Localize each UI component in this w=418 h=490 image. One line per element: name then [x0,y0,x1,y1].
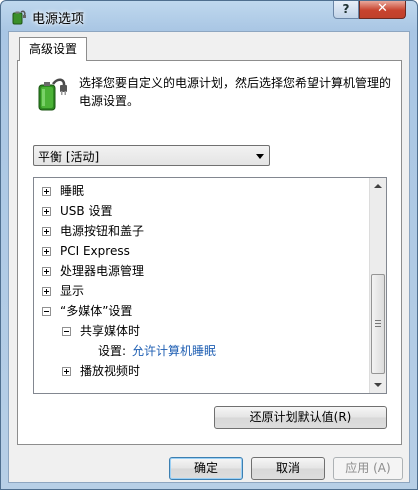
expand-plus-icon[interactable] [42,247,51,256]
power-plan-select[interactable]: 平衡 [活动] [33,145,270,166]
grip-icon [375,320,381,327]
expand-plus-icon[interactable] [42,267,51,276]
ok-button[interactable]: 确定 [169,457,243,480]
scroll-thumb[interactable] [371,274,385,374]
tree-item-label: 处理器电源管理 [60,264,145,278]
settings-tree[interactable]: 睡眠 USB 设置 电源按钮和盖子 PCI Express 处理器电源管理 显示 [33,177,387,394]
expand-plus-icon[interactable] [42,187,51,196]
scroll-down-icon[interactable] [370,376,386,393]
dialog-client-area: 高级设置 选择您要自定义的电源计划，然后选择您希望计算机管理的电源设置。 平衡 … [8,31,410,483]
tree-item-label: 共享媒体时 [80,324,141,338]
restore-defaults-button[interactable]: 还原计划默认值(R) [214,406,387,429]
tree-item-label: USB 设置 [60,204,113,218]
title-bar: 电源选项 ? ✕ [1,1,417,31]
setting-value[interactable]: 允许计算机睡眠 [132,341,216,361]
tree-item-label: 睡眠 [60,184,85,198]
expand-plus-icon[interactable] [42,287,51,296]
expand-plus-icon[interactable] [42,207,51,216]
window-title: 电源选项 [32,12,85,27]
expand-plus-icon[interactable] [62,367,71,376]
close-icon: ✕ [377,1,388,16]
close-button[interactable]: ✕ [359,1,406,19]
power-options-icon [12,10,26,25]
power-options-window: 电源选项 ? ✕ 高级设置 选择您要自定义的电源计划，然后选择您希望计算机管理的… [0,0,418,490]
cancel-button[interactable]: 取消 [251,457,325,480]
apply-button[interactable]: 应用 (A) [333,457,403,480]
tree-item-label: “多媒体”设置 [60,304,133,318]
scroll-up-icon[interactable] [370,178,386,195]
tree-item-label: PCI Express [60,244,130,258]
power-plan-value: 平衡 [活动] [38,150,100,164]
tree-item-label: 播放视频时 [80,364,141,378]
collapse-minus-icon[interactable] [62,327,71,336]
tree-item-label: 显示 [60,284,85,298]
collapse-minus-icon[interactable] [42,307,51,316]
help-button[interactable]: ? [333,1,359,19]
tab-advanced-settings[interactable]: 高级设置 [19,37,87,61]
battery-plug-icon [38,78,67,111]
chevron-down-icon [256,154,264,159]
description-text: 选择您要自定义的电源计划，然后选择您希望计算机管理的电源设置。 [79,76,392,108]
tree-scrollbar[interactable] [369,178,386,393]
expand-plus-icon[interactable] [42,227,51,236]
tree-item-label: 电源按钮和盖子 [60,224,145,238]
setting-label: 设置: [98,344,127,358]
